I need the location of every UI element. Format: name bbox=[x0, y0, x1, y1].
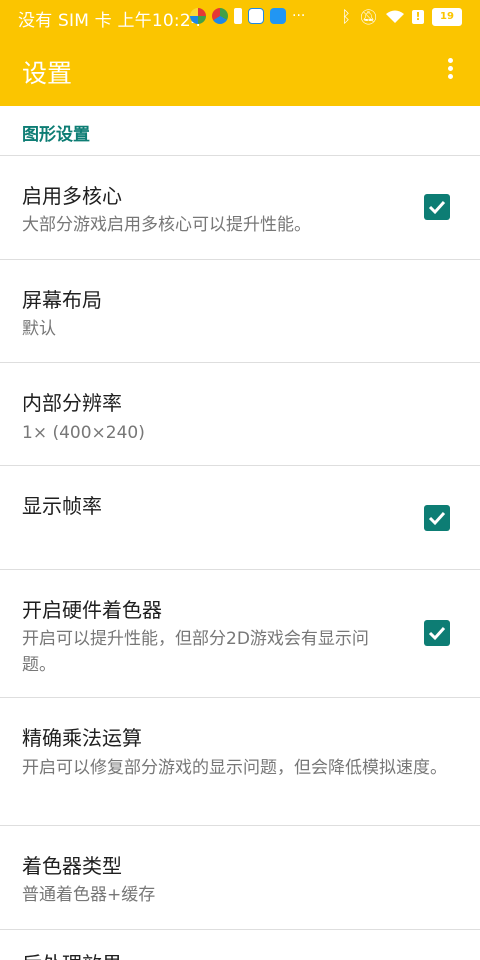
setting-title: 开启硬件着色器 bbox=[22, 598, 162, 622]
setting-title: 内部分辨率 bbox=[22, 391, 122, 415]
setting-accurate-multiplication[interactable]: 精确乘法运算 开启可以修复部分游戏的显示问题，但会降低模拟速度。 bbox=[0, 698, 480, 825]
setting-post-processing[interactable]: 后处理效果 bbox=[0, 930, 480, 960]
music-app-icon bbox=[248, 8, 264, 24]
setting-subtitle: 开启可以提升性能，但部分2D游戏会有显示问题。 bbox=[22, 629, 369, 675]
battery-icon: 19 bbox=[432, 7, 462, 26]
message-app-icon bbox=[270, 8, 286, 24]
setting-hardware-shader[interactable]: 开启硬件着色器 开启可以提升性能，但部分2D游戏会有显示问题。 bbox=[0, 570, 480, 697]
app-icon-2 bbox=[212, 8, 228, 24]
battery-saver-icon bbox=[234, 8, 242, 24]
setting-subtitle: 1× (400×240) bbox=[22, 423, 145, 443]
setting-subtitle: 默认 bbox=[22, 319, 56, 339]
section-header: 图形设置 bbox=[22, 125, 90, 145]
setting-enable-multicore[interactable]: 启用多核心 大部分游戏启用多核心可以提升性能。 bbox=[0, 156, 480, 259]
checkbox-checked-icon[interactable] bbox=[424, 194, 450, 220]
page-title: 设置 bbox=[22, 59, 73, 88]
wifi-icon bbox=[386, 10, 404, 23]
setting-screen-layout[interactable]: 屏幕布局 默认 bbox=[0, 260, 480, 362]
setting-subtitle: 普通着色器+缓存 bbox=[22, 885, 156, 905]
bluetooth-icon: ᛒ bbox=[341, 7, 351, 26]
setting-title: 启用多核心 bbox=[22, 184, 122, 208]
app-icon-1 bbox=[190, 8, 206, 24]
setting-title: 后处理效果 bbox=[22, 948, 122, 960]
setting-internal-resolution[interactable]: 内部分辨率 1× (400×240) bbox=[0, 363, 480, 465]
more-vert-icon[interactable] bbox=[440, 52, 462, 86]
setting-shader-type[interactable]: 着色器类型 普通着色器+缓存 bbox=[0, 826, 480, 929]
setting-show-fps[interactable]: 显示帧率 bbox=[0, 466, 480, 569]
warning-icon: ! bbox=[412, 9, 424, 24]
setting-title: 精确乘法运算 bbox=[22, 726, 142, 750]
setting-title: 屏幕布局 bbox=[22, 288, 102, 312]
setting-subtitle: 开启可以修复部分游戏的显示问题，但会降低模拟速度。 bbox=[22, 758, 447, 778]
checkbox-checked-icon[interactable] bbox=[424, 505, 450, 531]
setting-title: 显示帧率 bbox=[22, 494, 102, 518]
setting-subtitle: 大部分游戏启用多核心可以提升性能。 bbox=[22, 215, 311, 235]
status-bar: 没有 SIM 卡 上午10:24 ··· ᛒ 🔕︎ ! 19 bbox=[0, 0, 480, 34]
checkbox-checked-icon[interactable] bbox=[424, 620, 450, 646]
mute-icon: 🔕︎ bbox=[358, 7, 378, 26]
setting-title: 着色器类型 bbox=[22, 854, 122, 878]
status-text: 没有 SIM 卡 上午10:24 bbox=[18, 11, 202, 31]
more-dots: ··· bbox=[292, 8, 306, 24]
